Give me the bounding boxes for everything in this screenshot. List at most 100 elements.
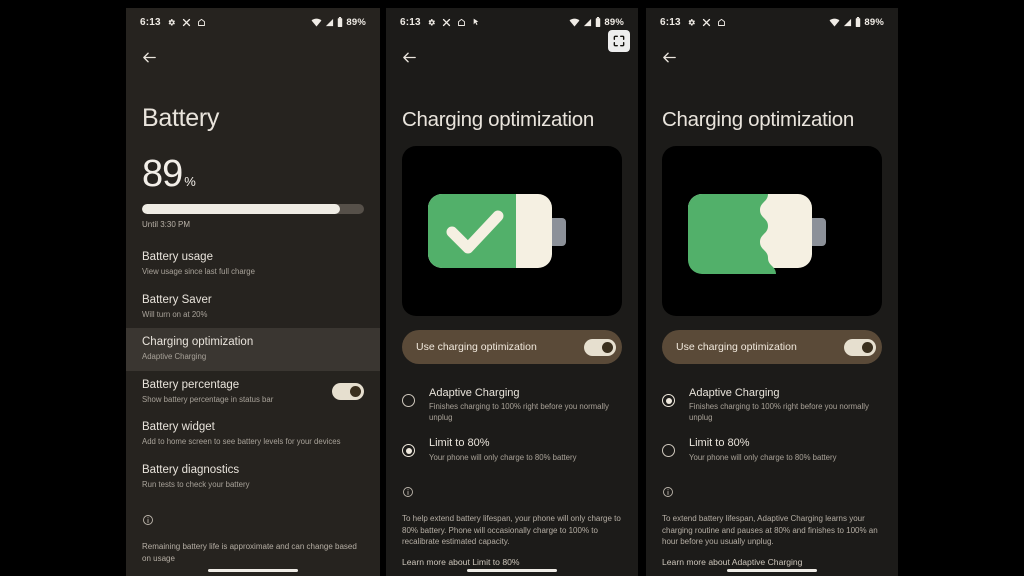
charging-mode-options: Adaptive Charging Finishes charging to 10… [646, 380, 898, 470]
home-outline-icon [197, 18, 206, 27]
x-icon [702, 18, 711, 27]
battery-icon [595, 17, 601, 27]
option-subtitle: Your phone will only charge to 80% batte… [429, 452, 577, 462]
x-icon [182, 18, 191, 27]
gesture-nav-bar[interactable] [386, 569, 638, 572]
back-button[interactable] [386, 36, 638, 78]
status-bar: 6:13 89% [646, 8, 898, 36]
page-title: Charging optimization [402, 108, 594, 131]
settings-row-title: Battery widget [142, 421, 215, 433]
status-bar: 6:13 89% [386, 8, 638, 36]
gesture-nav-bar[interactable] [126, 569, 380, 572]
switch-knob [862, 341, 873, 353]
option-limit-to-80-[interactable]: Limit to 80% Your phone will only charge … [386, 430, 638, 470]
use-charging-optimization-switch[interactable] [584, 338, 616, 356]
status-bar-left: 6:13 [140, 17, 206, 28]
charging-footer-text: To extend battery lifespan, Adaptive Cha… [662, 514, 878, 547]
signal-icon [843, 18, 852, 27]
settings-row-title: Battery diagnostics [142, 463, 240, 476]
option-title: Limit to 80% [689, 437, 750, 450]
settings-row-subtitle: Adaptive Charging [142, 352, 207, 362]
toggle-label: Use charging optimization [676, 341, 797, 353]
option-limit-to-80-[interactable]: Limit to 80% Your phone will only charge … [646, 430, 898, 470]
battery-level-block: 89 % Until 3:30 PM [126, 155, 380, 229]
battery-progress-bar [142, 204, 364, 214]
battery-percentage-switch[interactable] [332, 382, 364, 400]
option-text: Adaptive Charging Finishes charging to 10… [429, 386, 622, 423]
screenshot-stage: 6:13 89% Battery 89 % Until 3:30 PM Batt… [0, 0, 1024, 576]
radio-button[interactable] [402, 394, 415, 407]
status-bar-clock: 6:13 [140, 16, 161, 28]
settings-row-subtitle: Will turn on at 20% [142, 309, 208, 319]
status-bar-right: 89% [829, 17, 884, 28]
settings-gear-icon [167, 18, 176, 27]
status-bar-right: 89% [569, 17, 624, 28]
option-subtitle: Finishes charging to 100% right before y… [429, 402, 609, 422]
battery-until-label: Until 3:30 PM [142, 220, 191, 229]
settings-row-battery-percentage[interactable]: Battery percentage Show battery percentag… [126, 371, 380, 414]
radio-button[interactable] [402, 444, 415, 458]
settings-row-title: Battery Saver [142, 293, 212, 306]
charging-optimization-limit80-screen: 6:13 89% Charging optimization Use charg… [386, 8, 638, 576]
option-subtitle: Your phone will only charge to 80% batte… [689, 452, 837, 462]
radio-button[interactable] [662, 444, 675, 458]
option-title: Limit to 80% [429, 437, 490, 450]
settings-row-text: Charging optimization Adaptive Charging [142, 335, 364, 363]
learn-more-link[interactable]: Learn more about Limit to 80% [402, 557, 622, 567]
info-icon [142, 514, 154, 526]
battery-level-unit: % [184, 174, 196, 189]
settings-row-battery-widget[interactable]: Battery widget Add to home screen to see … [126, 413, 380, 456]
cursor-icon [472, 18, 480, 26]
settings-row-battery-diagnostics[interactable]: Battery diagnostics Run tests to check yo… [126, 456, 380, 499]
home-indicator[interactable] [727, 569, 817, 572]
settings-row-text: Battery Saver Will turn on at 20% [142, 293, 364, 321]
settings-row-title: Battery percentage [142, 378, 240, 391]
settings-row-subtitle: Show battery percentage in status bar [142, 394, 274, 404]
status-bar-left: 6:13 [400, 17, 480, 28]
battery-check-illustration [402, 146, 622, 316]
charging-optimization-adaptive-screen: 6:13 89% Charging optimization Use charg… [646, 8, 898, 576]
info-icon [662, 486, 674, 498]
option-text: Adaptive Charging Finishes charging to 10… [689, 386, 882, 423]
battery-icon [337, 17, 343, 27]
battery-level: 89 % [142, 155, 364, 193]
use-charging-optimization-toggle-row[interactable]: Use charging optimization [662, 330, 882, 364]
home-outline-icon [717, 18, 726, 27]
toggle-label: Use charging optimization [416, 341, 537, 353]
settings-row-subtitle: Add to home screen to see battery levels… [142, 437, 341, 447]
settings-row-title: Charging optimization [142, 336, 254, 348]
option-text: Limit to 80% Your phone will only charge … [689, 436, 882, 463]
status-bar-clock: 6:13 [400, 16, 421, 28]
signal-icon [325, 18, 334, 27]
charging-footer-note: To extend battery lifespan, Adaptive Cha… [646, 486, 898, 567]
option-title: Adaptive Charging [689, 387, 780, 399]
switch-knob [602, 341, 613, 353]
wifi-icon [829, 18, 840, 27]
screenshot-capture-icon[interactable] [608, 30, 630, 52]
home-indicator[interactable] [467, 569, 557, 572]
back-button[interactable] [646, 36, 898, 78]
status-bar-battery-percent: 89% [346, 16, 366, 28]
option-subtitle: Finishes charging to 100% right before y… [689, 402, 869, 422]
settings-row-battery-usage[interactable]: Battery usage View usage since last full … [126, 243, 380, 286]
settings-row-charging-optimization[interactable]: Charging optimization Adaptive Charging [126, 328, 380, 371]
battery-footer-text: Remaining battery life is approximate an… [142, 542, 357, 563]
home-indicator[interactable] [208, 569, 298, 572]
settings-row-title: Battery usage [142, 251, 213, 263]
option-adaptive-charging[interactable]: Adaptive Charging Finishes charging to 10… [386, 380, 638, 430]
battery-settings-list: Battery usage View usage since last full … [126, 243, 380, 498]
gesture-nav-bar[interactable] [646, 569, 898, 572]
option-adaptive-charging[interactable]: Adaptive Charging Finishes charging to 10… [646, 380, 898, 430]
back-button[interactable] [126, 36, 380, 78]
settings-gear-icon [427, 18, 436, 27]
x-icon [442, 18, 451, 27]
charging-mode-options: Adaptive Charging Finishes charging to 10… [386, 380, 638, 470]
use-charging-optimization-switch[interactable] [844, 338, 876, 356]
learn-more-link[interactable]: Learn more about Adaptive Charging [662, 557, 882, 567]
use-charging-optimization-toggle-row[interactable]: Use charging optimization [402, 330, 622, 364]
battery-settings-screen: 6:13 89% Battery 89 % Until 3:30 PM Batt… [126, 8, 380, 576]
radio-button[interactable] [662, 394, 675, 407]
battery-footer-note: Remaining battery life is approximate an… [126, 514, 380, 564]
settings-row-battery-saver[interactable]: Battery Saver Will turn on at 20% [126, 286, 380, 329]
wifi-icon [311, 18, 322, 27]
